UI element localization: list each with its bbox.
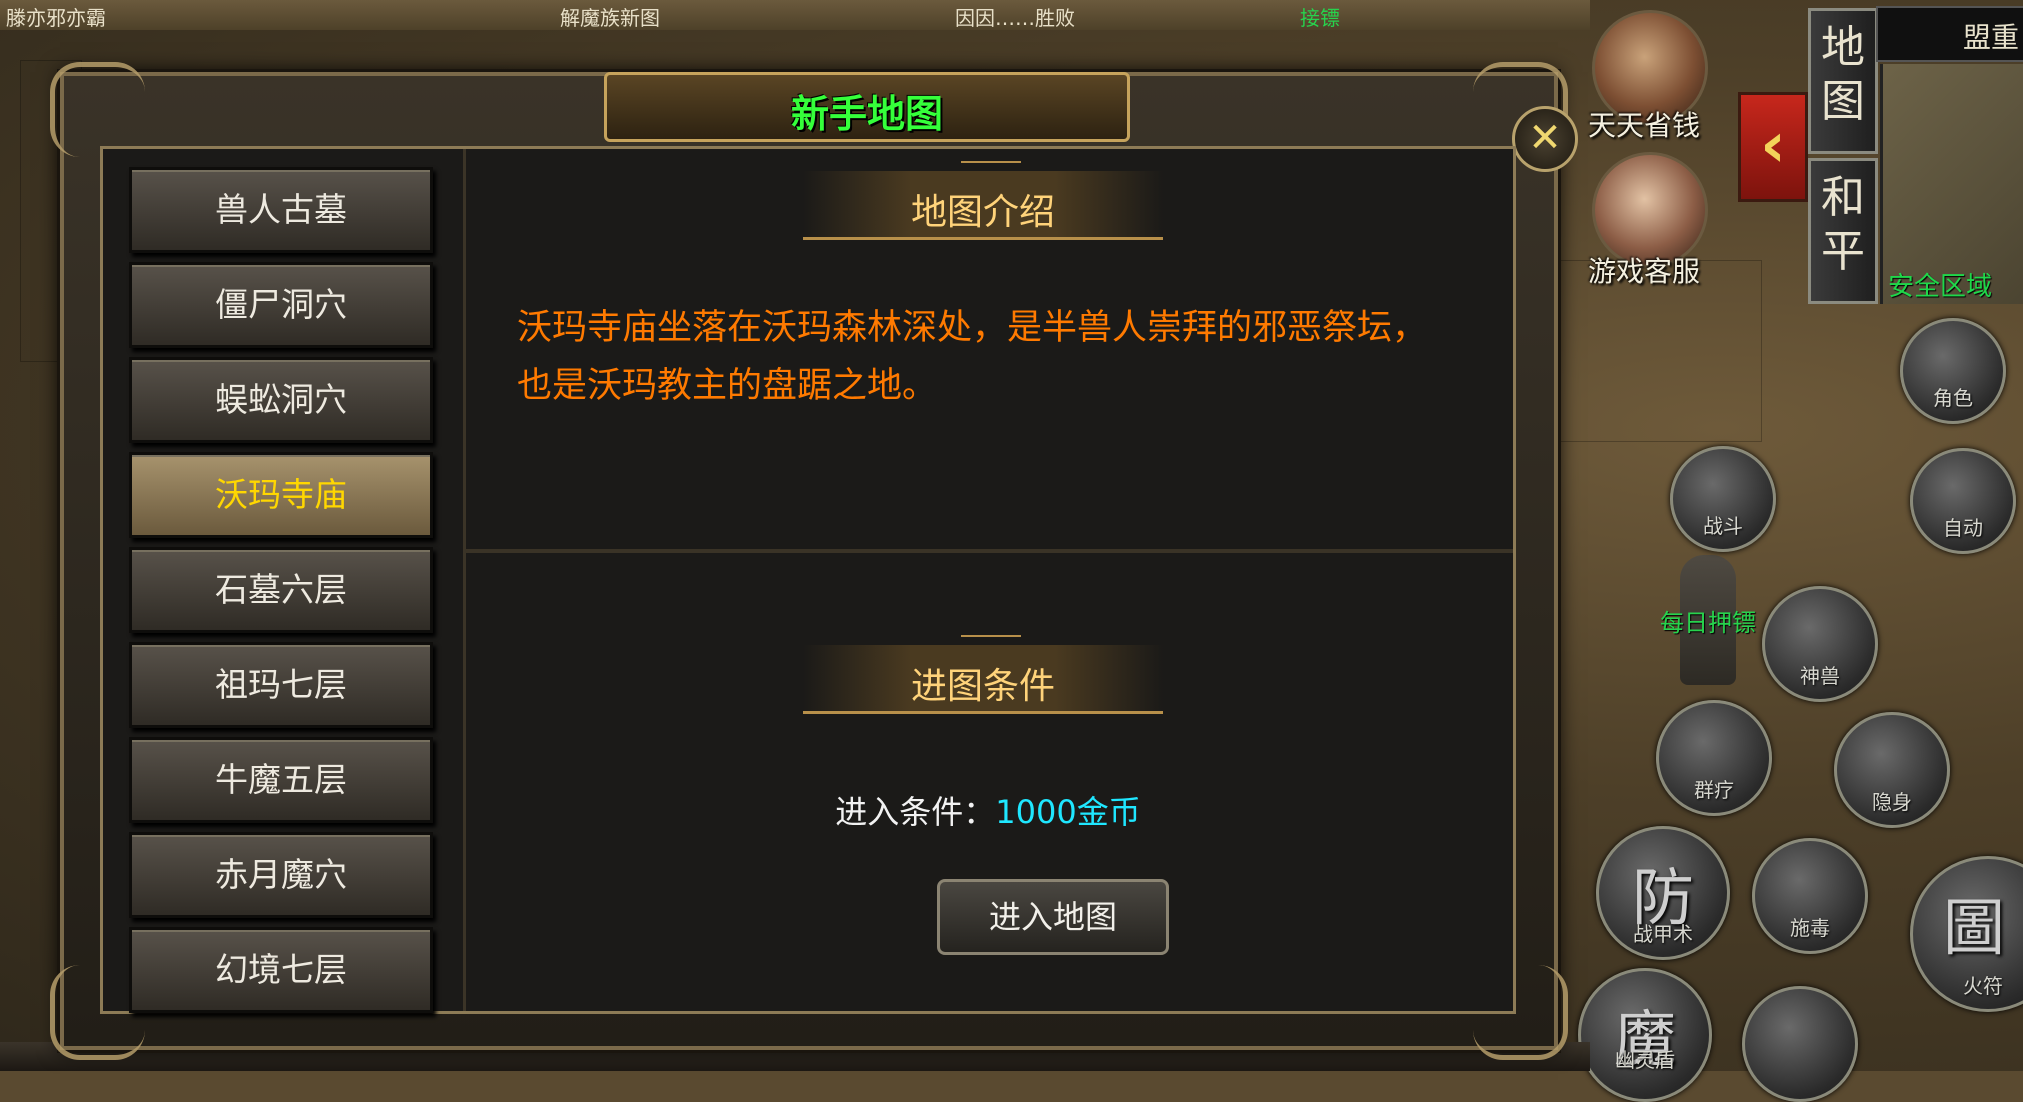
map-item[interactable]: 蜈蚣洞穴 [129, 357, 433, 443]
condition-header-text: 进图条件 [910, 666, 1055, 707]
skill-heal[interactable]: 群疗 [1656, 700, 1772, 816]
collapse-panel-button[interactable]: ‹ [1738, 92, 1808, 202]
skill-heal-label: 群疗 [1694, 778, 1734, 802]
safe-zone-label: 安全区域 [1888, 272, 1993, 302]
map-item-selected[interactable]: 沃玛寺庙 [129, 452, 433, 538]
customer-service-label: 游戏客服 [1588, 255, 1701, 288]
top-strip-text: 因因……胜败 [955, 6, 1075, 30]
dialog-title: 新手地图 [790, 92, 943, 136]
tab-map[interactable]: 地图 [1808, 8, 1878, 154]
corner-ornament [50, 62, 145, 157]
map-item[interactable]: 幻境七层 [129, 927, 433, 1013]
top-strip-text: 解魔族新图 [560, 6, 660, 30]
top-strip-text: 接镖 [1300, 6, 1340, 30]
skill-armor-label: 战甲术 [1633, 922, 1693, 946]
condition-header: 进图条件 [803, 645, 1163, 714]
skill-fire-label: 火符 [1963, 974, 2003, 998]
map-item[interactable]: 祖玛七层 [129, 642, 433, 728]
skill-fight-label: 战斗 [1703, 514, 1743, 538]
entry-condition-value: 1000金币 [995, 793, 1141, 831]
map-item[interactable]: 石墓六层 [129, 547, 433, 633]
minimap-title: 盟重 [1962, 21, 2019, 54]
intro-header: 地图介绍 [803, 171, 1163, 240]
tab-peace-label: 和平 [1821, 172, 1865, 277]
skill-auto[interactable]: 自动 [1910, 448, 2016, 554]
dialog-body: 兽人古墓 僵尸洞穴 蜈蚣洞穴 沃玛寺庙 石墓六层 祖玛七层 牛魔五层 赤月魔穴 … [100, 146, 1516, 1014]
promo-label: 天天省钱 [1588, 109, 1701, 142]
skill-beast-label: 神兽 [1800, 664, 1840, 688]
entry-condition-key: 进入条件： [835, 793, 996, 831]
skill-poison[interactable]: 施毒 [1752, 838, 1868, 954]
enter-map-button[interactable]: 进入地图 [937, 879, 1169, 955]
close-button[interactable]: ✕ [1512, 106, 1578, 172]
entry-condition: 进入条件：1000金币 [463, 787, 1513, 833]
top-strip-text: 滕亦邪亦霸 [6, 6, 106, 30]
tab-map-label: 地图 [1821, 22, 1865, 127]
skill-beast[interactable]: 神兽 [1762, 586, 1878, 702]
skill-fight[interactable]: 战斗 [1670, 446, 1776, 552]
skill-poison-label: 施毒 [1790, 916, 1830, 940]
map-description: 沃玛寺庙坐落在沃玛森林深处，是半兽人崇拜的邪恶祭坛，也是沃玛教主的盘踞之地。 [517, 308, 1428, 406]
top-strip: 滕亦邪亦霸 解魔族新图 因因……胜败 接镖 [0, 0, 1590, 30]
minimap-title-bar: 盟重 [1876, 6, 2023, 62]
map-item[interactable]: 赤月魔穴 [129, 832, 433, 918]
skill-armor[interactable]: 防 战甲术 [1596, 826, 1730, 960]
skill-stealth-label: 隐身 [1872, 790, 1912, 814]
close-x-icon: ✕ [1528, 115, 1562, 161]
section-divider [465, 549, 1513, 553]
skill-auto-label: 自动 [1943, 516, 1983, 540]
new-player-map-dialog: 新手地图 ✕ 兽人古墓 僵尸洞穴 蜈蚣洞穴 沃玛寺庙 石墓六层 祖玛七层 牛魔五… [50, 62, 1578, 1060]
tab-peace[interactable]: 和平 [1808, 158, 1878, 304]
map-item[interactable]: 牛魔五层 [129, 737, 433, 823]
map-list: 兽人古墓 僵尸洞穴 蜈蚣洞穴 沃玛寺庙 石墓六层 祖玛七层 牛魔五层 赤月魔穴 … [103, 149, 466, 1013]
skill-role[interactable]: 角色 [1900, 318, 2006, 424]
chevron-left-icon: ‹ [1760, 108, 1786, 181]
npc-label: 每日押镖 [1660, 609, 1756, 637]
skill-stealth[interactable]: 隐身 [1834, 712, 1950, 828]
skill-shield-label: 幽灵盾 [1615, 1048, 1675, 1072]
skill-shield[interactable]: 魔 幽灵盾 [1578, 968, 1712, 1102]
intro-header-text: 地图介绍 [910, 192, 1055, 233]
map-item[interactable]: 兽人古墓 [129, 167, 433, 253]
skill-extra[interactable] [1742, 986, 1858, 1102]
dialog-title-plate: 新手地图 [604, 72, 1130, 142]
skill-role-label: 角色 [1933, 386, 1973, 410]
map-item[interactable]: 僵尸洞穴 [129, 262, 433, 348]
skill-fire-glyph: 圖 [1943, 891, 2006, 964]
